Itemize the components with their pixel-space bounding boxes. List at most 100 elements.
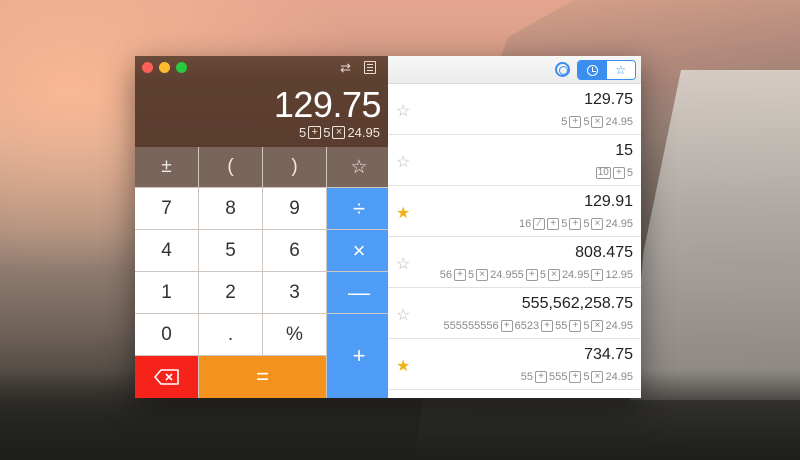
star-icon: ☆ [615, 63, 627, 77]
operator-chip: + [569, 116, 582, 128]
result-value: 129.75 [273, 83, 382, 125]
digit-2-key[interactable]: 2 [199, 272, 262, 313]
history-expression: 10 +5 [595, 167, 633, 179]
operand: 56 [439, 269, 453, 281]
history-pane: ☆ ☆ 129.75 5 +5 × 24.95 ☆ 15 10 +5 ★ 129.91 16 ⁄ +5 +5 ×… [388, 56, 641, 398]
history-expression: 16 ⁄ +5 +5 × 24.95 [519, 218, 633, 230]
history-result: 15 [615, 142, 633, 159]
operator-chip: + [534, 371, 547, 383]
star-outline-icon[interactable]: ☆ [396, 305, 410, 325]
digit-0-key[interactable]: 0 [135, 314, 198, 355]
history-list: ☆ 129.75 5 +5 × 24.95 ☆ 15 10 +5 ★ 129.91 16 ⁄ +5 +5 × 24… [388, 84, 641, 390]
operator-chip: + [308, 126, 322, 139]
operator-chip: + [569, 320, 582, 332]
operand: 24.95 [605, 320, 633, 332]
operand: 5 [561, 116, 568, 128]
history-expression: 5 +5 × 24.95 [561, 116, 633, 128]
operand: 5 [468, 269, 475, 281]
operand: 5 [539, 269, 546, 281]
operand: 24.95 [347, 125, 380, 140]
favorites-tab[interactable]: ☆ [606, 61, 635, 79]
recent-tab[interactable] [578, 61, 607, 79]
operand: 55 [520, 371, 533, 383]
favorite-star-key[interactable]: ☆ [327, 147, 391, 187]
minus-key[interactable]: — [327, 272, 391, 313]
operand: 24.955 [490, 269, 524, 281]
operand: 5 [298, 125, 307, 140]
clock-icon [586, 64, 598, 76]
operator-chip: + [500, 320, 513, 332]
history-row[interactable]: ☆ 129.75 5 +5 × 24.95 [388, 84, 641, 135]
operand: 5 [323, 125, 331, 140]
history-row[interactable]: ★ 734.75 55 +555 +5 × 24.95 [388, 339, 641, 390]
digit-4-key[interactable]: 4 [135, 230, 198, 271]
operator-chip: × [591, 218, 604, 230]
operand: 24.95 [605, 371, 633, 383]
operand: 555555556 [443, 320, 499, 332]
operator-chip: × [476, 269, 489, 281]
digit-6-key[interactable]: 6 [263, 230, 326, 271]
history-expression: 555555556 +6523 +55 +5 × 24.95 [444, 320, 633, 332]
digit-9-key[interactable]: 9 [263, 188, 326, 229]
operator-chip: + [591, 269, 604, 281]
right-paren-key[interactable]: ) [263, 147, 326, 187]
favorite-star-icon[interactable]: ★ [396, 356, 410, 376]
operand: 24.95 [605, 116, 633, 128]
multiply-key[interactable]: × [327, 230, 391, 271]
star-outline-icon[interactable]: ☆ [396, 254, 410, 274]
history-row[interactable]: ☆ 15 10 +5 [388, 135, 641, 186]
display: 129.75 5 +5 × 24.95 [135, 79, 388, 147]
operand: 24.95 [605, 218, 633, 230]
operator-chip: + [454, 269, 467, 281]
operator-chip: 10 [595, 167, 611, 179]
plus-key[interactable]: + [327, 314, 391, 398]
history-row[interactable]: ☆ 555,562,258.75 555555556 +6523 +55 +5 × 24.95 [388, 288, 641, 339]
titlebar: ⇄ [135, 56, 388, 80]
operand: 555 [548, 371, 568, 383]
history-result: 555,562,258.75 [521, 295, 633, 312]
digit-5-key[interactable]: 5 [199, 230, 262, 271]
tape-icon[interactable] [364, 61, 376, 74]
operand: 5 [583, 116, 590, 128]
operand: 6523 [514, 320, 540, 332]
divide-key[interactable]: ÷ [327, 188, 391, 229]
history-row-partial [388, 390, 641, 398]
left-paren-key[interactable]: ( [199, 147, 262, 187]
zoom-button[interactable] [176, 62, 187, 73]
digit-8-key[interactable]: 8 [199, 188, 262, 229]
operand: 5 [561, 218, 568, 230]
decimal-key[interactable]: . [199, 314, 262, 355]
operator-chip: × [547, 269, 560, 281]
percent-key[interactable]: % [263, 314, 326, 355]
swap-icon[interactable]: ⇄ [340, 61, 351, 75]
history-row[interactable]: ★ 129.91 16 ⁄ +5 +5 × 24.95 [388, 186, 641, 237]
history-row[interactable]: ☆ 808.475 56 +5 × 24.955 +5 × 24.95 +12.95 [388, 237, 641, 288]
gear-icon[interactable] [555, 62, 570, 77]
equals-key[interactable]: = [199, 356, 326, 398]
operand: 24.95 [561, 269, 590, 281]
history-toolbar: ☆ [388, 56, 641, 84]
favorite-star-icon[interactable]: ★ [396, 203, 410, 223]
keypad: ± ( ) ☆ 7 8 9 ÷ 4 5 6 × 1 2 3 — 0 . % + [135, 147, 391, 398]
digit-7-key[interactable]: 7 [135, 188, 198, 229]
operand: 12.95 [605, 269, 633, 281]
backspace-key[interactable] [135, 356, 198, 398]
star-outline-icon[interactable]: ☆ [396, 152, 410, 172]
operand: 16 [518, 218, 532, 230]
operator-chip: + [612, 167, 625, 179]
operand: 5 [583, 218, 590, 230]
plusminus-key[interactable]: ± [135, 147, 198, 187]
operator-chip: + [547, 218, 560, 230]
minimize-button[interactable] [159, 62, 170, 73]
digit-1-key[interactable]: 1 [135, 272, 198, 313]
history-filter-segmented-control: ☆ [577, 60, 636, 80]
close-button[interactable] [142, 62, 153, 73]
operator-chip: ⁄ [533, 218, 546, 230]
operator-chip: + [569, 371, 582, 383]
star-outline-icon[interactable]: ☆ [396, 101, 410, 121]
operand: 5 [583, 371, 590, 383]
history-result: 129.75 [584, 91, 633, 108]
operator-chip: × [591, 320, 604, 332]
digit-3-key[interactable]: 3 [263, 272, 326, 313]
operator-chip: × [332, 126, 346, 139]
